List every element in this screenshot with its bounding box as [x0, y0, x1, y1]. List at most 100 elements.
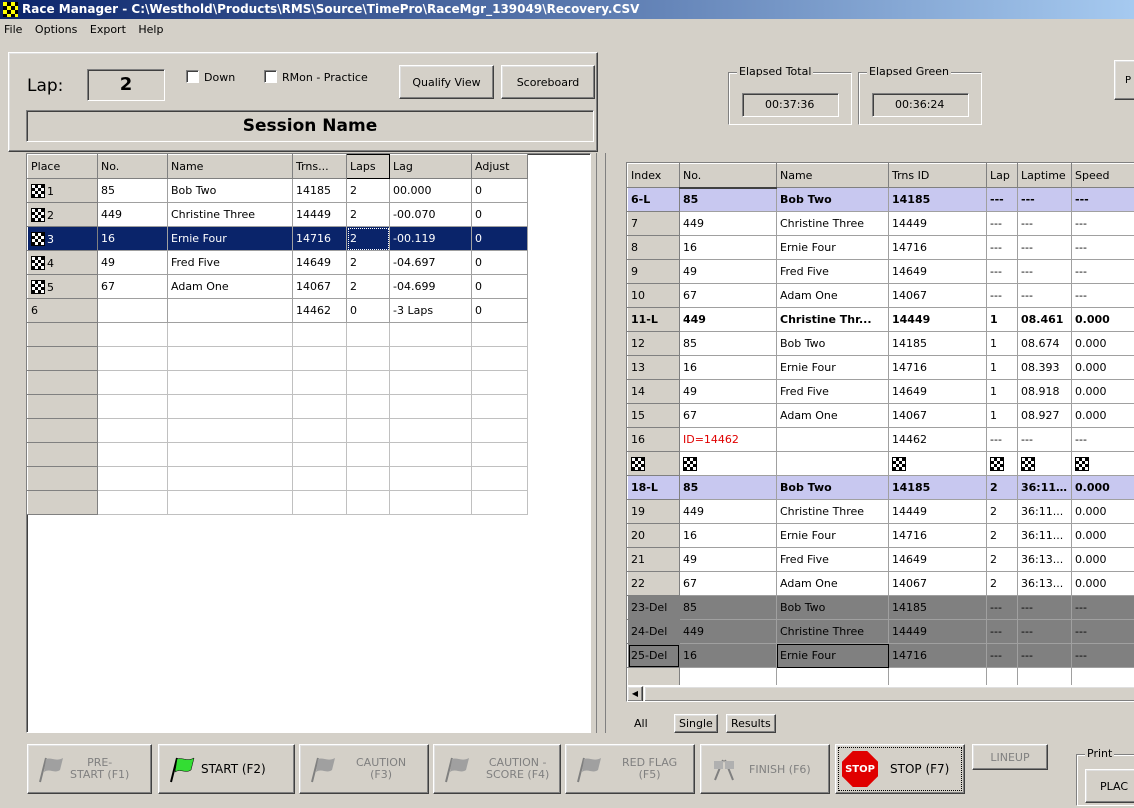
elapsed-green-field: 00:36:24 [872, 93, 969, 117]
passings-header-cell[interactable]: Trns ID [888, 163, 987, 188]
standings-row[interactable] [27, 490, 528, 515]
passings-cell: 36:11... [1017, 499, 1072, 524]
down-checkbox[interactable]: Down [186, 70, 235, 84]
passings-row[interactable]: 6-L 85 Bob Two 14185 --- --- --- [627, 187, 1134, 212]
standings-header-cell[interactable]: Name [167, 154, 293, 179]
passings-row[interactable]: 23-Del 85 Bob Two 14185 --- --- --- [627, 595, 1134, 620]
panel-splitter[interactable] [596, 153, 606, 733]
passings-cell: 2 [986, 547, 1018, 572]
red-flag-button[interactable]: RED FLAG (F5) [565, 744, 695, 794]
passings-cell: --- [986, 187, 1018, 212]
standings-row[interactable] [27, 370, 528, 395]
standings-row[interactable]: 6 14462 0 -3 Laps 0 [27, 298, 528, 323]
standings-cell [346, 322, 390, 347]
tab-results[interactable]: Results [726, 714, 776, 733]
print-place-button[interactable]: PLAC [1085, 769, 1134, 803]
standings-cell [346, 346, 390, 371]
standings-cell: 2 [346, 274, 390, 299]
passings-header-cell[interactable]: Index [627, 163, 680, 188]
standings-row[interactable]: 5 67 Adam One 14067 2 -04.699 0 [27, 274, 528, 299]
passings-row[interactable]: 7 449 Christine Three 14449 --- --- --- [627, 211, 1134, 236]
passings-cell: 36:13... [1017, 571, 1072, 596]
standings-row[interactable]: 4 49 Fred Five 14649 2 -04.697 0 [27, 250, 528, 275]
menu-export[interactable]: Export [90, 23, 126, 36]
passings-cell: Bob Two [776, 331, 889, 356]
standings-header-cell[interactable]: Trns... [292, 154, 347, 179]
standings-row[interactable] [27, 322, 528, 347]
passings-header-cell[interactable]: Lap [986, 163, 1018, 188]
start-button[interactable]: START (F2) [158, 744, 295, 794]
caution-button[interactable]: CAUTION (F3) [299, 744, 429, 794]
passings-cell: 14716 [888, 355, 987, 380]
cut-off-right-button[interactable]: P N [1114, 60, 1134, 100]
passings-cell: 449 [679, 619, 777, 644]
passings-row[interactable]: 9 49 Fred Five 14649 --- --- --- [627, 259, 1134, 284]
passings-grid[interactable]: Index No. Name Trns ID Lap Laptime Speed 6-L 85… [626, 162, 1134, 702]
standings-row[interactable] [27, 346, 528, 371]
standings-grid[interactable]: Place No. Name Trns... Laps Lag Adjust 1 85 Bob … [26, 153, 591, 733]
passings-cell: --- [986, 283, 1018, 308]
passings-row[interactable]: 19 449 Christine Three 14449 2 36:11... 0.000 [627, 499, 1134, 524]
scroll-left-arrow[interactable]: ◀ [627, 686, 643, 701]
standings-row[interactable]: 2 449 Christine Three 14449 2 -00.070 0 [27, 202, 528, 227]
standings-header-cell[interactable]: Place [27, 154, 98, 179]
passings-index-cell: 9 [627, 259, 680, 284]
passings-row[interactable]: 12 85 Bob Two 14185 1 08.674 0.000 [627, 331, 1134, 356]
passings-row[interactable]: 24-Del 449 Christine Three 14449 --- --- --- [627, 619, 1134, 644]
standings-row[interactable] [27, 394, 528, 419]
passings-cell: 0.000 [1071, 523, 1134, 548]
passings-cell: Ernie Four [776, 523, 889, 548]
standings-row[interactable]: 3 16 Ernie Four 14716 2 -00.119 0 [27, 226, 528, 251]
scoreboard-button[interactable]: Scoreboard [501, 65, 595, 99]
passings-header-cell[interactable]: Laptime [1017, 163, 1072, 188]
passings-header-cell[interactable]: No. [679, 163, 777, 189]
passings-row[interactable]: 8 16 Ernie Four 14716 --- --- --- [627, 235, 1134, 260]
horizontal-scrollbar[interactable]: ◀ [627, 685, 1134, 701]
pre-start-button[interactable]: PRE- START (F1) [27, 744, 152, 794]
tab-single[interactable]: Single [674, 714, 718, 733]
standings-row[interactable] [27, 418, 528, 443]
standings-row[interactable]: 1 85 Bob Two 14185 2 00.000 0 [27, 178, 528, 203]
standings-header-cell[interactable]: No. [97, 154, 168, 179]
stop-button[interactable]: STOP STOP (F7) [835, 744, 965, 794]
passings-header-cell[interactable]: Name [776, 163, 889, 188]
passings-row[interactable]: 10 67 Adam One 14067 --- --- --- [627, 283, 1134, 308]
passings-row[interactable]: 16 ID=14462 14462 --- --- --- [627, 427, 1134, 452]
standings-place-cell [27, 442, 98, 467]
passings-row[interactable]: 22 67 Adam One 14067 2 36:13... 0.000 [627, 571, 1134, 596]
standings-header-cell[interactable]: Lag [389, 154, 472, 179]
passings-row[interactable]: 14 49 Fred Five 14649 1 08.918 0.000 [627, 379, 1134, 404]
scroll-thumb[interactable] [644, 686, 1134, 701]
standings-place-cell: 2 [27, 202, 98, 227]
finish-button[interactable]: FINISH (F6) [700, 744, 830, 794]
passings-row[interactable]: 25-Del 16 Ernie Four 14716 --- --- --- [627, 643, 1134, 668]
standings-cell [346, 394, 390, 419]
menu-options[interactable]: Options [35, 23, 77, 36]
lineup-button[interactable]: LINEUP [972, 744, 1048, 770]
passings-row[interactable]: 15 67 Adam One 14067 1 08.927 0.000 [627, 403, 1134, 428]
passings-row[interactable]: 18-L 85 Bob Two 14185 2 36:11... 0.000 [627, 475, 1134, 500]
menu-help[interactable]: Help [138, 23, 163, 36]
menu-file[interactable]: File [4, 23, 22, 36]
passings-cell: 49 [679, 259, 777, 284]
passings-index-cell: 24-Del [627, 619, 680, 644]
passings-cell: --- [986, 619, 1018, 644]
standings-row[interactable] [27, 466, 528, 491]
standings-header-cell[interactable]: Laps [346, 154, 390, 179]
passings-cell: 1 [986, 307, 1018, 332]
checkered-flags-icon [714, 759, 734, 781]
passings-row[interactable]: 21 49 Fred Five 14649 2 36:13... 0.000 [627, 547, 1134, 572]
standings-header-cell[interactable]: Adjust [471, 154, 528, 179]
passings-row[interactable]: 13 16 Ernie Four 14716 1 08.393 0.000 [627, 355, 1134, 380]
passings-cell [986, 451, 1018, 476]
passings-row[interactable]: 20 16 Ernie Four 14716 2 36:11... 0.000 [627, 523, 1134, 548]
tab-all[interactable]: All [634, 717, 648, 730]
passings-cell: --- [1071, 259, 1134, 284]
passings-header-cell[interactable]: Speed [1071, 163, 1134, 188]
standings-row[interactable] [27, 442, 528, 467]
passings-row[interactable]: 11-L 449 Christine Thr... 14449 1 08.461 0.000 [627, 307, 1134, 332]
passings-row[interactable] [627, 451, 1134, 476]
rmon-practice-checkbox[interactable]: RMon - Practice [264, 70, 368, 84]
caution-score-button[interactable]: CAUTION - SCORE (F4) [433, 744, 561, 794]
qualify-view-button[interactable]: Qualify View [399, 65, 494, 99]
